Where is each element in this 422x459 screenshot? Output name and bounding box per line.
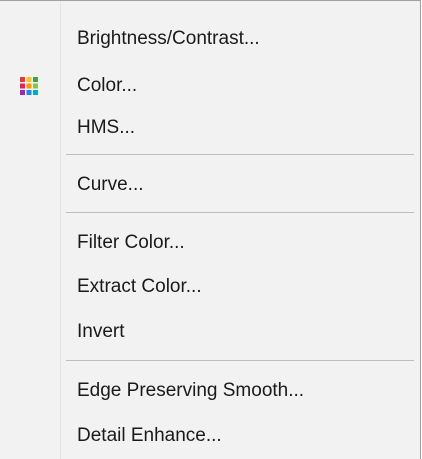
menu-item-edge-preserving-smooth[interactable]: Edge Preserving Smooth... [0,369,418,413]
menu-separator [66,212,414,213]
menu-item-label: Extract Color... [77,276,202,297]
menu-item-label: Filter Color... [77,232,185,253]
menu-separator [66,360,414,361]
menu-item-label: HMS... [77,117,136,138]
menu-item-color[interactable]: Color... [0,64,418,108]
menu-item-detail-enhance[interactable]: Detail Enhance... [0,414,418,458]
menu-item-filter-color[interactable]: Filter Color... [0,221,418,265]
menu-item-label: Edge Preserving Smooth... [77,380,305,401]
menu-item-label: Curve... [77,174,144,195]
menu-item-label: Invert [77,321,125,342]
menu-item-label: Color... [77,75,138,96]
menu-separator [66,154,414,155]
context-menu: Brightness/Contrast... Color... HMS... C… [0,0,421,459]
menu-item-label: Detail Enhance... [77,425,222,446]
menu-item-label: Brightness/Contrast... [77,28,260,49]
menu-item-curve[interactable]: Curve... [0,163,418,207]
menu-item-hms[interactable]: HMS... [0,106,418,150]
menu-item-extract-color[interactable]: Extract Color... [0,265,418,309]
menu-item-brightness-contrast[interactable]: Brightness/Contrast... [0,17,418,61]
color-grid-icon [20,77,38,95]
menu-item-invert[interactable]: Invert [0,310,418,354]
